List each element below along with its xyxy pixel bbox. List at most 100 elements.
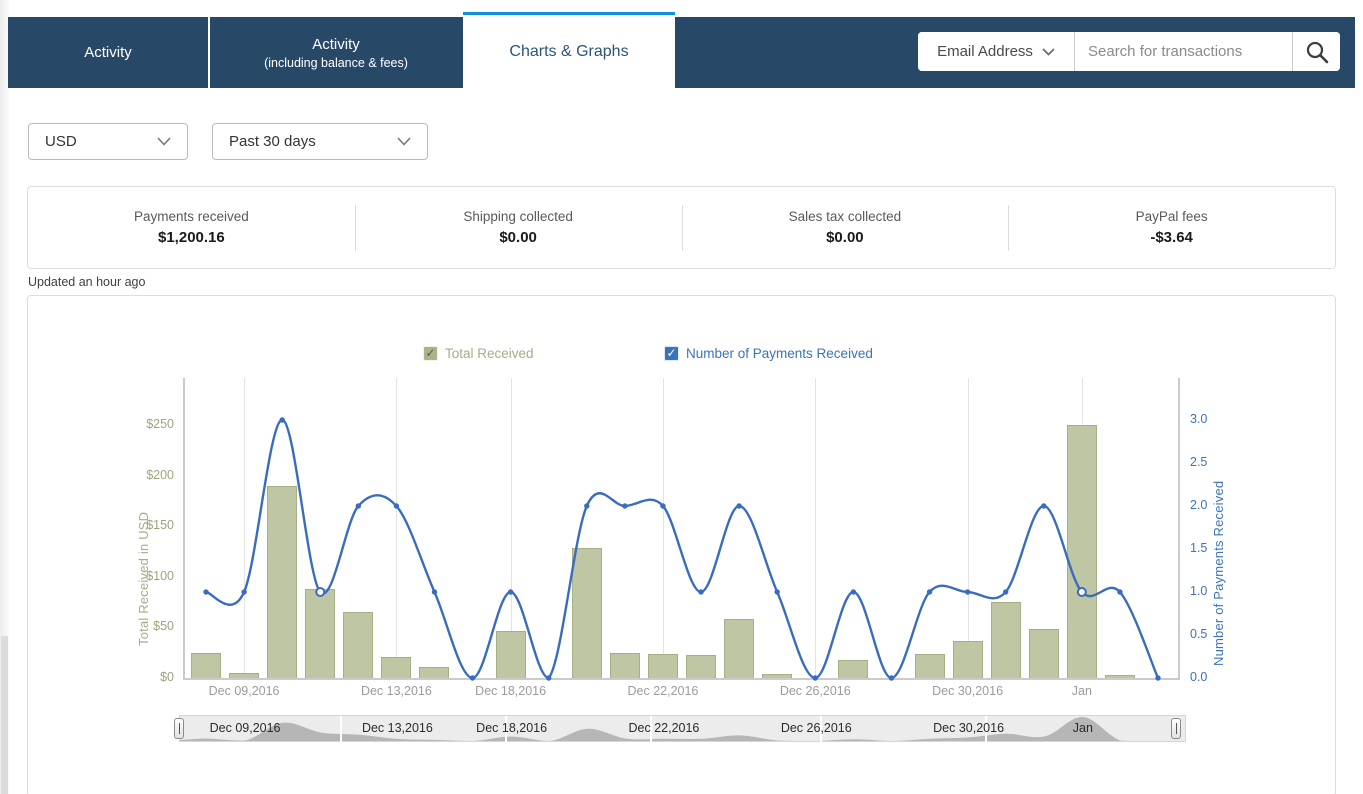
right-axis-tick: 3.0: [1190, 412, 1208, 426]
x-axis-tick: Dec 22,2016: [627, 684, 699, 698]
stat-value: -$3.64: [1150, 229, 1193, 246]
bar-total-received[interactable]: [686, 654, 717, 678]
left-axis-tick: $100: [146, 568, 174, 583]
bar-total-received[interactable]: [838, 659, 869, 678]
search-category-select[interactable]: Email Address: [918, 32, 1075, 71]
search-group: Email Address: [918, 32, 1340, 71]
brush-handle-left[interactable]: [174, 718, 184, 739]
line-data-point[interactable]: [1155, 675, 1161, 681]
brush-tick-label: Dec 22,2016: [628, 721, 700, 735]
bar-total-received[interactable]: [495, 631, 526, 678]
bar-total-received[interactable]: [609, 652, 640, 678]
gridline: [396, 378, 398, 678]
right-axis-tick: 1.0: [1190, 584, 1208, 598]
stat-label: Payments received: [133, 209, 249, 224]
bar-total-received[interactable]: [647, 653, 678, 678]
date-range-select[interactable]: Past 30 days: [212, 123, 428, 160]
search-button[interactable]: [1292, 32, 1340, 71]
bar-total-received[interactable]: [1028, 629, 1059, 678]
tab-activity2-sublabel: (including balance & fees): [264, 55, 408, 70]
brush-tick-label: Jan: [1072, 721, 1093, 735]
line-data-point[interactable]: [1002, 589, 1009, 595]
page: Activity Activity (including balance & f…: [0, 0, 1363, 794]
currency-select[interactable]: USD: [28, 123, 188, 160]
line-data-point[interactable]: [888, 675, 895, 681]
chart-card: ✓ Total Received ✓ Number of Payments Re…: [27, 295, 1336, 794]
x-axis-tick: Dec 18,2016: [475, 684, 547, 698]
bar-total-received[interactable]: [419, 666, 450, 678]
date-range-value: Past 30 days: [229, 133, 316, 150]
bar-total-received[interactable]: [1066, 425, 1097, 678]
bar-total-received[interactable]: [191, 652, 221, 678]
left-axis-tick: $200: [146, 467, 174, 482]
tab-charts-graphs[interactable]: Charts & Graphs: [463, 12, 675, 88]
line-data-point[interactable]: [698, 589, 704, 595]
tab-bar: Activity Activity (including balance & f…: [8, 12, 1355, 88]
brush-tick-label: Dec 09,2016: [209, 721, 281, 735]
stat-sales-tax: Sales tax collected $0.00: [681, 187, 1009, 268]
search-icon: [1306, 41, 1328, 63]
line-data-point[interactable]: [469, 675, 476, 681]
tab-activity2-label: Activity: [312, 35, 360, 53]
bar-total-received[interactable]: [343, 612, 374, 678]
stat-label: PayPal fees: [1135, 209, 1208, 224]
chevron-down-icon: [1042, 47, 1055, 56]
stat-shipping-collected: Shipping collected $0.00: [354, 187, 682, 268]
stat-payments-received: Payments received $1,200.16: [28, 187, 355, 268]
line-data-point[interactable]: [584, 503, 590, 509]
page-scrollbar[interactable]: [0, 0, 9, 794]
brush-slider[interactable]: Dec 09,2016 Dec 13,2016 Dec 18,2016 Dec 22,…: [174, 715, 1186, 743]
line-data-point[interactable]: [736, 503, 742, 509]
gridline: [967, 378, 969, 678]
x-axis-tick: Dec 09,2016: [208, 684, 280, 698]
bar-total-received[interactable]: [952, 640, 983, 678]
brush-handle-right[interactable]: [1171, 718, 1181, 739]
bar-total-received[interactable]: [381, 656, 412, 678]
line-data-point[interactable]: [355, 503, 362, 509]
right-axis-tick: 0.0: [1190, 670, 1208, 684]
search-category-value: Email Address: [937, 43, 1033, 60]
line-data-point[interactable]: [431, 589, 438, 595]
right-axis-tick: 2.5: [1190, 455, 1208, 469]
bar-total-received[interactable]: [914, 653, 945, 678]
x-axis-tick: Dec 26,2016: [779, 684, 851, 698]
line-data-point[interactable]: [203, 589, 209, 595]
bar-total-received[interactable]: [571, 548, 602, 678]
line-data-point[interactable]: [1117, 589, 1123, 595]
tab-activity[interactable]: Activity: [8, 17, 208, 88]
line-data-point[interactable]: [774, 589, 780, 595]
left-axis-tick: $150: [146, 518, 174, 533]
left-axis-tick: $50: [153, 619, 174, 634]
line-data-point[interactable]: [546, 675, 552, 681]
chevron-down-icon: [397, 137, 411, 146]
x-axis-tick: Dec 30,2016: [932, 684, 1004, 698]
stat-label: Shipping collected: [463, 209, 573, 224]
bar-total-received[interactable]: [229, 672, 260, 678]
bar-total-received[interactable]: [1104, 674, 1135, 678]
tab-charts-graphs-label: Charts & Graphs: [509, 42, 629, 60]
bar-total-received[interactable]: [762, 673, 793, 678]
right-axis-tick: 0.5: [1190, 627, 1208, 641]
bar-total-received[interactable]: [724, 619, 755, 678]
currency-value: USD: [45, 133, 77, 150]
chevron-down-icon: [157, 137, 171, 146]
line-data-point[interactable]: [926, 589, 933, 595]
bar-total-received[interactable]: [267, 485, 298, 678]
right-axis-tick: 2.0: [1190, 498, 1208, 512]
bar-total-received[interactable]: [990, 602, 1021, 678]
line-data-point[interactable]: [622, 503, 628, 509]
search-input[interactable]: [1075, 32, 1292, 71]
left-axis-tick: $0: [160, 670, 174, 684]
left-axis-tick: $250: [146, 417, 174, 431]
stat-paypal-fees: PayPal fees -$3.64: [1008, 187, 1335, 268]
line-data-point[interactable]: [279, 417, 285, 423]
gridline: [662, 378, 664, 678]
bar-total-received[interactable]: [305, 588, 336, 678]
scrollbar-thumb[interactable]: [1, 636, 8, 794]
tab-activity-balance-fees[interactable]: Activity (including balance & fees): [210, 17, 462, 88]
line-data-point[interactable]: [850, 589, 857, 595]
stat-value: $0.00: [826, 229, 864, 246]
brush-tick-label: Dec 18,2016: [476, 721, 548, 735]
line-data-point[interactable]: [1041, 503, 1047, 509]
stat-label: Sales tax collected: [788, 209, 902, 224]
